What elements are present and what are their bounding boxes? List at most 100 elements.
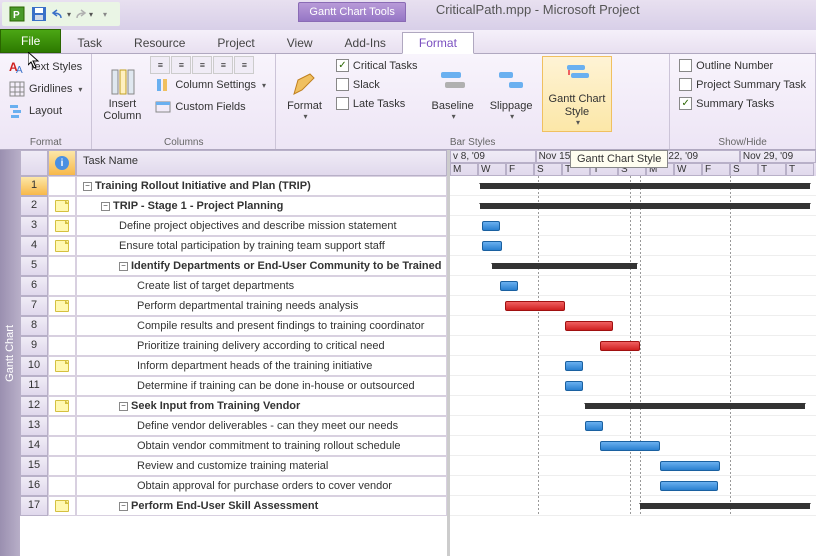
task-name-cell[interactable]: −Perform End-User Skill Assessment — [76, 496, 447, 516]
task-name-cell[interactable]: Define project objectives and describe m… — [76, 216, 447, 236]
summary-bar[interactable] — [585, 403, 805, 409]
slippage-button[interactable]: Slippage — [483, 56, 540, 132]
summary-bar[interactable] — [480, 203, 810, 209]
tab-view[interactable]: View — [271, 33, 329, 53]
task-name-cell[interactable]: Perform departmental training needs anal… — [76, 296, 447, 316]
collapse-icon[interactable]: − — [119, 262, 128, 271]
row-id[interactable]: 12 — [20, 396, 48, 416]
view-side-tab[interactable]: Gantt Chart — [0, 150, 20, 556]
row-id[interactable]: 7 — [20, 296, 48, 316]
column-settings-button[interactable]: Column Settings — [150, 74, 271, 96]
task-bar[interactable] — [585, 421, 603, 431]
slack-checkbox[interactable]: Slack — [331, 75, 423, 94]
summary-bar[interactable] — [492, 263, 637, 269]
row-id[interactable]: 3 — [20, 216, 48, 236]
undo-icon[interactable] — [51, 4, 71, 24]
summary-bar[interactable] — [480, 183, 810, 189]
table-row[interactable]: 7 Perform departmental training needs ana… — [20, 296, 447, 316]
table-row[interactable]: 13 Define vendor deliverables - can they … — [20, 416, 447, 436]
gantt-chart-style-button[interactable]: Gantt Chart Style — [542, 56, 613, 132]
task-name-cell[interactable]: Obtain vendor commitment to training rol… — [76, 436, 447, 456]
align-left-button[interactable]: ≡ — [150, 56, 170, 74]
row-id[interactable]: 6 — [20, 276, 48, 296]
project-summary-checkbox[interactable]: Project Summary Task — [674, 75, 811, 94]
wrap-text-button[interactable]: ≡ — [213, 56, 233, 74]
baseline-button[interactable]: Baseline — [425, 56, 481, 132]
task-bar[interactable] — [565, 381, 583, 391]
row-id[interactable]: 8 — [20, 316, 48, 336]
row-id[interactable]: 10 — [20, 356, 48, 376]
task-name-cell[interactable]: Create list of target departments — [76, 276, 447, 296]
table-row[interactable]: 17 −Perform End-User Skill Assessment — [20, 496, 447, 516]
format-button[interactable]: Format — [280, 56, 329, 132]
task-name-cell[interactable]: −TRIP - Stage 1 - Project Planning — [76, 196, 447, 216]
critical-bar[interactable] — [505, 301, 565, 311]
table-row[interactable]: 4 Ensure total participation by training … — [20, 236, 447, 256]
table-row[interactable]: 1 −Training Rollout Initiative and Plan (… — [20, 176, 447, 196]
table-row[interactable]: 9Prioritize training delivery according … — [20, 336, 447, 356]
file-tab[interactable]: File — [0, 29, 61, 53]
collapse-icon[interactable]: − — [83, 182, 92, 191]
task-bar[interactable] — [482, 221, 500, 231]
table-row[interactable]: 16 Obtain approval for purchase orders to… — [20, 476, 447, 496]
gantt-chart[interactable]: v 8, '09 Nov 15, '09 Nov 22, '09 Nov 29,… — [450, 150, 816, 556]
task-bar[interactable] — [565, 361, 583, 371]
table-row[interactable]: 10Inform department heads of the trainin… — [20, 356, 447, 376]
text-styles-button[interactable]: AAText Styles — [4, 56, 87, 78]
task-name-cell[interactable]: −Identify Departments or End-User Commun… — [76, 256, 447, 276]
table-row[interactable]: 6 Create list of target departments — [20, 276, 447, 296]
task-bar[interactable] — [660, 481, 718, 491]
row-id[interactable]: 15 — [20, 456, 48, 476]
task-bar[interactable] — [500, 281, 518, 291]
row-id[interactable]: 5 — [20, 256, 48, 276]
header-task-name[interactable]: Task Name — [76, 150, 447, 176]
summary-tasks-checkbox[interactable]: ✓Summary Tasks — [674, 94, 811, 113]
row-id[interactable]: 17 — [20, 496, 48, 516]
row-id[interactable]: 13 — [20, 416, 48, 436]
table-row[interactable]: 14 Obtain vendor commitment to training r… — [20, 436, 447, 456]
task-name-cell[interactable]: Obtain approval for purchase orders to c… — [76, 476, 447, 496]
task-name-cell[interactable]: −Seek Input from Training Vendor — [76, 396, 447, 416]
summary-bar[interactable] — [640, 503, 810, 509]
critical-tasks-checkbox[interactable]: ✓Critical Tasks — [331, 56, 423, 75]
header-id[interactable] — [20, 150, 48, 176]
task-name-cell[interactable]: −Training Rollout Initiative and Plan (T… — [76, 176, 447, 196]
row-id[interactable]: 4 — [20, 236, 48, 256]
tab-resource[interactable]: Resource — [118, 33, 201, 53]
critical-bar[interactable] — [565, 321, 613, 331]
tab-task[interactable]: Task — [61, 33, 118, 53]
table-row[interactable]: 15 Review and customize training material — [20, 456, 447, 476]
save-icon[interactable] — [29, 4, 49, 24]
row-id[interactable]: 14 — [20, 436, 48, 456]
task-bar[interactable] — [600, 441, 660, 451]
row-id[interactable]: 11 — [20, 376, 48, 396]
table-row[interactable]: 3 Define project objectives and describe … — [20, 216, 447, 236]
header-indicator[interactable]: i — [48, 150, 76, 176]
row-id[interactable]: 16 — [20, 476, 48, 496]
qat-customize-icon[interactable]: ▾ — [95, 4, 115, 24]
redo-icon[interactable] — [73, 4, 93, 24]
layout-button[interactable]: Layout — [4, 100, 87, 122]
insert-column-button[interactable]: Insert Column — [96, 56, 148, 132]
task-name-cell[interactable]: Review and customize training material — [76, 456, 447, 476]
task-name-cell[interactable]: Ensure total participation by training t… — [76, 236, 447, 256]
row-id[interactable]: 1 — [20, 176, 48, 196]
tab-format[interactable]: Format — [402, 32, 474, 54]
tab-addins[interactable]: Add-Ins — [329, 33, 402, 53]
table-row[interactable]: 11Determine if training can be done in-h… — [20, 376, 447, 396]
collapse-icon[interactable]: − — [119, 502, 128, 511]
custom-fields-button[interactable]: Custom Fields — [150, 96, 271, 118]
gridlines-button[interactable]: Gridlines — [4, 78, 87, 100]
task-name-cell[interactable]: Define vendor deliverables - can they me… — [76, 416, 447, 436]
tab-project[interactable]: Project — [201, 33, 270, 53]
task-bar[interactable] — [482, 241, 502, 251]
task-bar[interactable] — [660, 461, 720, 471]
outline-number-checkbox[interactable]: Outline Number — [674, 56, 811, 75]
row-id[interactable]: 2 — [20, 196, 48, 216]
task-name-cell[interactable]: Prioritize training delivery according t… — [76, 336, 447, 356]
late-tasks-checkbox[interactable]: Late Tasks — [331, 94, 423, 113]
table-row[interactable]: 12 −Seek Input from Training Vendor — [20, 396, 447, 416]
collapse-icon[interactable]: − — [101, 202, 110, 211]
collapse-icon[interactable]: − — [119, 402, 128, 411]
table-row[interactable]: 8Compile results and present findings to… — [20, 316, 447, 336]
